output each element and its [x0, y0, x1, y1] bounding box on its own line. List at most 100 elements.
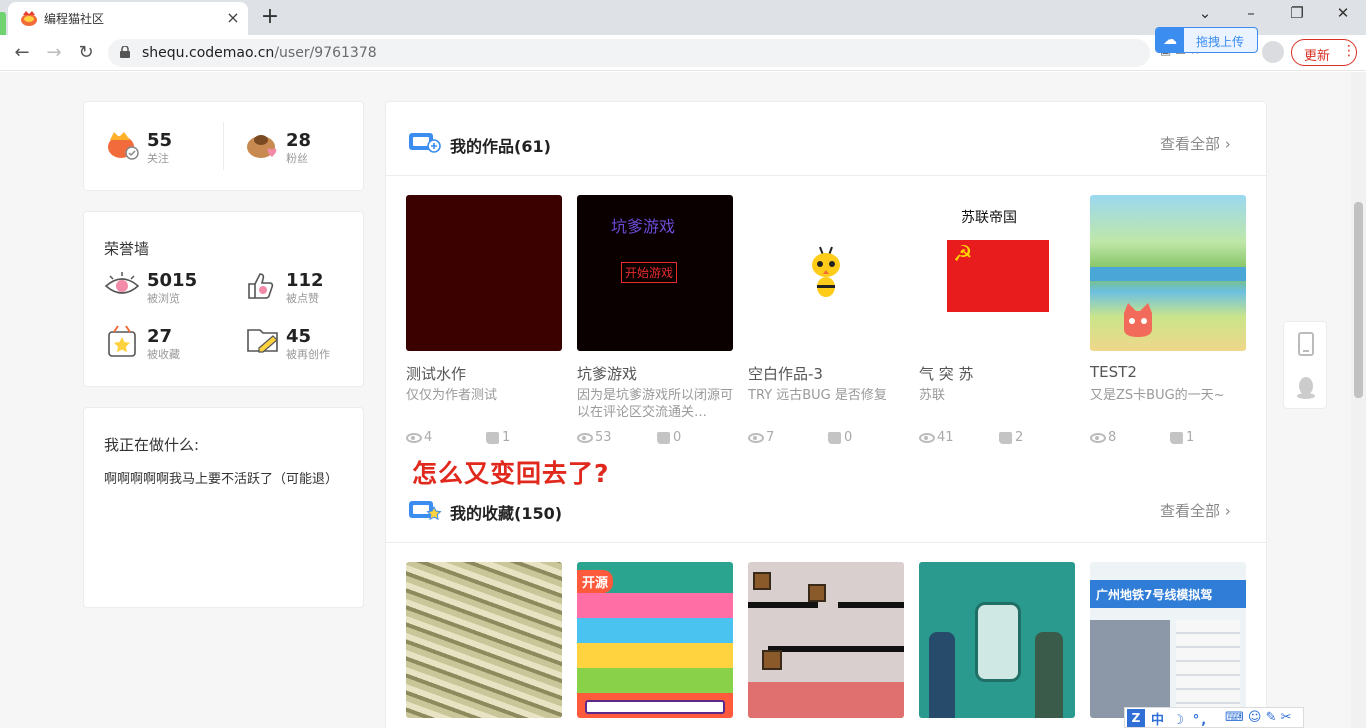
- honor-wall-card: 荣誉墙 5015 被浏览 112 被点赞 27 被收藏 45 被再创作: [83, 211, 364, 387]
- restore-icon[interactable]: ❐: [1274, 4, 1320, 28]
- codemao-favicon-icon: [21, 11, 37, 26]
- fans-icon: [247, 135, 277, 158]
- menu-list: [1176, 620, 1240, 718]
- profile-avatar-icon[interactable]: [1262, 41, 1284, 63]
- work-likes: 0: [828, 430, 852, 445]
- tab-close-icon[interactable]: ×: [224, 8, 242, 27]
- update-button[interactable]: 更新 ⋮: [1291, 39, 1357, 66]
- collections-section-icon: [409, 501, 442, 521]
- hammer-sickle-icon: ☭: [953, 242, 973, 267]
- work-desc: 因为是坑爹游戏所以闭源可以在评论区交流通关…: [577, 388, 734, 420]
- follow-count[interactable]: 55: [147, 130, 172, 151]
- side-float-panel: [1283, 321, 1327, 409]
- tab-search-icon[interactable]: ⌄: [1182, 4, 1228, 28]
- recreate-label: 被再创作: [286, 348, 330, 361]
- collection-thumbnail[interactable]: 广州地铁7号线模拟驾: [1090, 562, 1246, 718]
- thumb-title: 苏联帝国: [961, 210, 1017, 226]
- ime-tools-icon[interactable]: ⌨ ☺ ✎ ✂: [1225, 710, 1292, 725]
- window-close-icon[interactable]: ✕: [1320, 4, 1366, 28]
- collects-label: 被收藏: [147, 348, 180, 361]
- lock-icon: [120, 46, 130, 58]
- recreate-icon: [247, 329, 278, 353]
- passenger: [929, 632, 955, 718]
- collections-title: 我的收藏(150): [450, 504, 563, 523]
- update-label: 更新: [1304, 49, 1331, 64]
- collections-view-all-link[interactable]: 查看全部 ›: [1160, 500, 1231, 521]
- collection-thumbnail[interactable]: [748, 562, 904, 718]
- active-tab[interactable]: 编程猫社区 ×: [8, 2, 248, 35]
- work-title[interactable]: 气 突 苏: [919, 363, 974, 384]
- eye-icon: [919, 432, 935, 443]
- work-views: 8: [1090, 430, 1116, 445]
- ime-logo-icon: Z: [1127, 709, 1145, 727]
- menu-dots-icon: ⋮: [1342, 43, 1356, 59]
- work-thumbnail[interactable]: [748, 195, 904, 351]
- work-views: 7: [748, 430, 774, 445]
- thumb-start-button: 开始游戏: [621, 262, 678, 283]
- open-source-badge: 开源: [577, 570, 614, 593]
- title-banner: 广州地铁7号线模拟驾: [1090, 580, 1246, 608]
- collection-thumbnail[interactable]: [919, 562, 1075, 718]
- passenger: [1035, 632, 1063, 718]
- follow-card: 55 关注 28 粉丝: [83, 101, 364, 191]
- scroll-thumb[interactable]: [1354, 202, 1363, 398]
- forward-icon[interactable]: →: [40, 39, 68, 67]
- work-desc: TRY 远古BUG 是否修复: [748, 388, 887, 403]
- crate: [762, 650, 782, 670]
- address-bar[interactable]: shequ.codemao.cn/user/9761378: [108, 39, 1150, 67]
- work-desc: 苏联: [919, 388, 946, 403]
- page-body: 55 关注 28 粉丝 荣誉墙 5015 被浏览 112 被点赞 27 被收藏: [0, 72, 1366, 728]
- collection-thumbnail[interactable]: [406, 562, 562, 718]
- minimize-icon[interactable]: –: [1228, 4, 1274, 28]
- star-box-icon: [108, 325, 136, 357]
- qq-icon[interactable]: [1296, 376, 1316, 400]
- thumb-title: 广州地铁7号线模拟驾: [1096, 588, 1213, 602]
- platform: [748, 602, 818, 608]
- drag-upload-button[interactable]: ☁ 拖拽上传: [1155, 27, 1258, 53]
- fans-count[interactable]: 28: [286, 130, 311, 151]
- follow-label: 关注: [147, 152, 169, 165]
- url-text: shequ.codemao.cn/user/9761378: [142, 45, 377, 61]
- honor-title: 荣誉墙: [104, 240, 150, 258]
- work-thumbnail[interactable]: [406, 195, 562, 351]
- divider: [223, 122, 224, 170]
- work-title[interactable]: TEST2: [1090, 363, 1137, 381]
- likes-count: 112: [286, 270, 324, 291]
- train-photo: [1090, 620, 1170, 718]
- work-thumbnail[interactable]: [1090, 195, 1246, 351]
- collection-thumbnail[interactable]: 开源: [577, 562, 733, 718]
- platform: [838, 602, 904, 608]
- works-view-all-link[interactable]: 查看全部 ›: [1160, 133, 1231, 154]
- eye-icon: [104, 272, 140, 294]
- ime-toolbar[interactable]: Z 中 ☽ °, ⌨ ☺ ✎ ✂: [1124, 707, 1304, 728]
- crate: [753, 572, 771, 590]
- like-icon: [248, 273, 274, 299]
- works-section-icon: [409, 133, 441, 153]
- work-title[interactable]: 空白作品-3: [748, 363, 823, 384]
- thumbs-up-icon: [1170, 431, 1183, 444]
- status-text: 啊啊啊啊啊我马上要不活跃了（可能退）: [104, 472, 339, 487]
- views-count: 5015: [147, 270, 198, 291]
- platform: [768, 646, 904, 652]
- status-title: 我正在做什么:: [104, 436, 200, 454]
- work-thumbnail[interactable]: 苏联帝国 ☭: [919, 195, 1075, 351]
- floor: [748, 682, 904, 718]
- work-desc: 又是ZS卡BUG的一天~: [1090, 388, 1225, 403]
- work-title[interactable]: 坑爹游戏: [577, 363, 637, 384]
- recreate-count: 45: [286, 326, 312, 347]
- new-tab-icon[interactable]: +: [259, 4, 281, 29]
- work-likes: 1: [486, 430, 510, 445]
- thumbs-up-icon: [999, 431, 1012, 444]
- work-title[interactable]: 测试水作: [406, 363, 466, 384]
- work-thumbnail[interactable]: 坑爹游戏 开始游戏: [577, 195, 733, 351]
- red-flag: ☭: [947, 240, 1049, 312]
- reload-icon[interactable]: ↻: [72, 39, 100, 67]
- page-scrollbar[interactable]: [1351, 72, 1366, 728]
- works-title: 我的作品(61): [450, 137, 551, 156]
- back-icon[interactable]: ←: [8, 39, 36, 67]
- views-label: 被浏览: [147, 292, 180, 305]
- main-panel: 我的作品(61) 查看全部 › 测试水作 仅仅为作者测试 4 1 坑爹游戏 开始…: [385, 101, 1267, 728]
- mobile-icon[interactable]: [1298, 332, 1314, 356]
- ime-status: 中 ☽ °,: [1151, 713, 1209, 728]
- work-views: 41: [919, 430, 954, 445]
